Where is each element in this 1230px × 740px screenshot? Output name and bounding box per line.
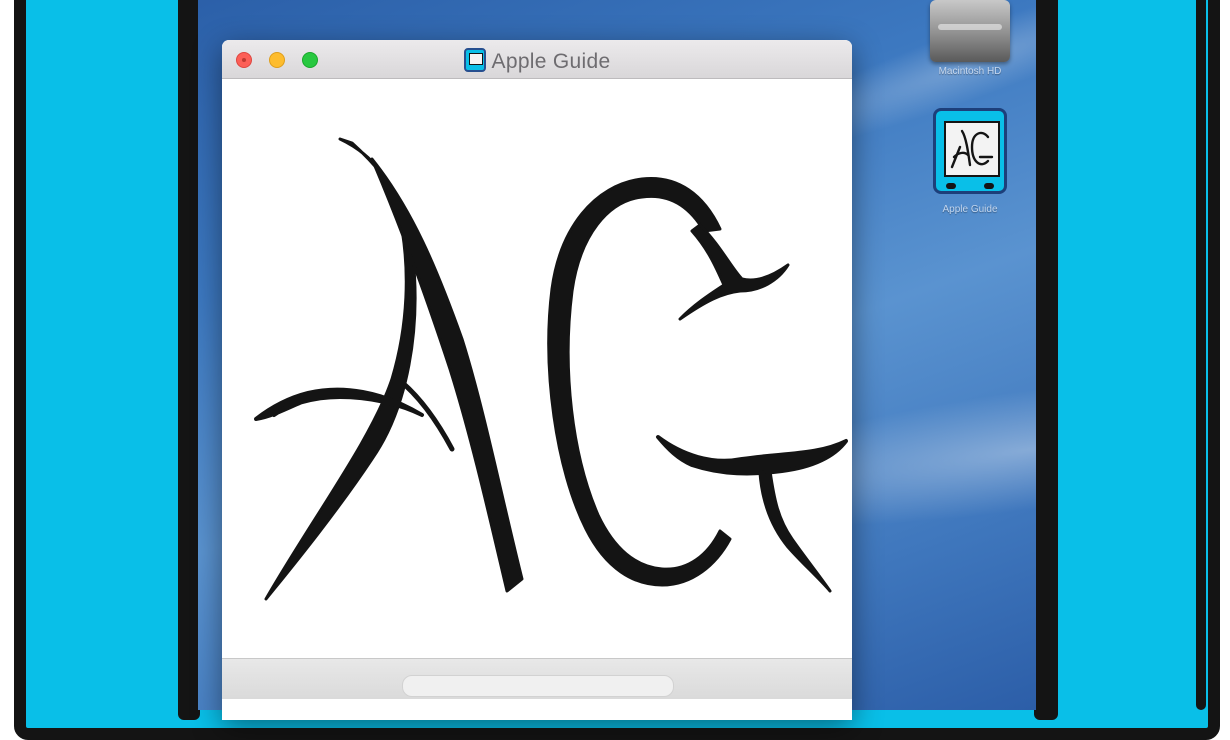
desktop-icon-macintosh-hd[interactable]: Macintosh HD	[920, 0, 1020, 77]
app-window: Apple Guide	[222, 40, 852, 720]
window-bottom-bar	[222, 658, 852, 699]
desktop-icon-label: Apple Guide	[942, 204, 998, 215]
letter-a-crossbar-tail	[395, 376, 455, 452]
ag-monogram-small-icon	[950, 129, 994, 169]
bezel-outer-right-edge	[1196, 0, 1206, 710]
apple-guide-app-icon	[931, 108, 1009, 200]
letter-g-top-hook-stroke	[678, 223, 790, 321]
letter-g-descender-stroke	[758, 469, 832, 593]
window-title-group: Apple Guide	[222, 48, 852, 74]
bezel-right-edge	[1034, 0, 1058, 720]
scroll-handle[interactable]	[402, 675, 674, 697]
hard-drive-icon	[930, 0, 1010, 62]
letter-g-bar-stroke	[656, 435, 848, 476]
bezel-left-edge	[178, 0, 200, 720]
ag-monogram-artwork	[254, 137, 848, 601]
window-content	[222, 79, 852, 659]
window-titlebar[interactable]: Apple Guide	[222, 40, 852, 79]
apple-guide-title-icon	[463, 48, 486, 72]
desktop-icon-label: Macintosh HD	[938, 66, 1002, 77]
desktop-icon-apple-guide[interactable]: Apple Guide	[920, 108, 1020, 215]
window-title: Apple Guide	[491, 50, 611, 73]
